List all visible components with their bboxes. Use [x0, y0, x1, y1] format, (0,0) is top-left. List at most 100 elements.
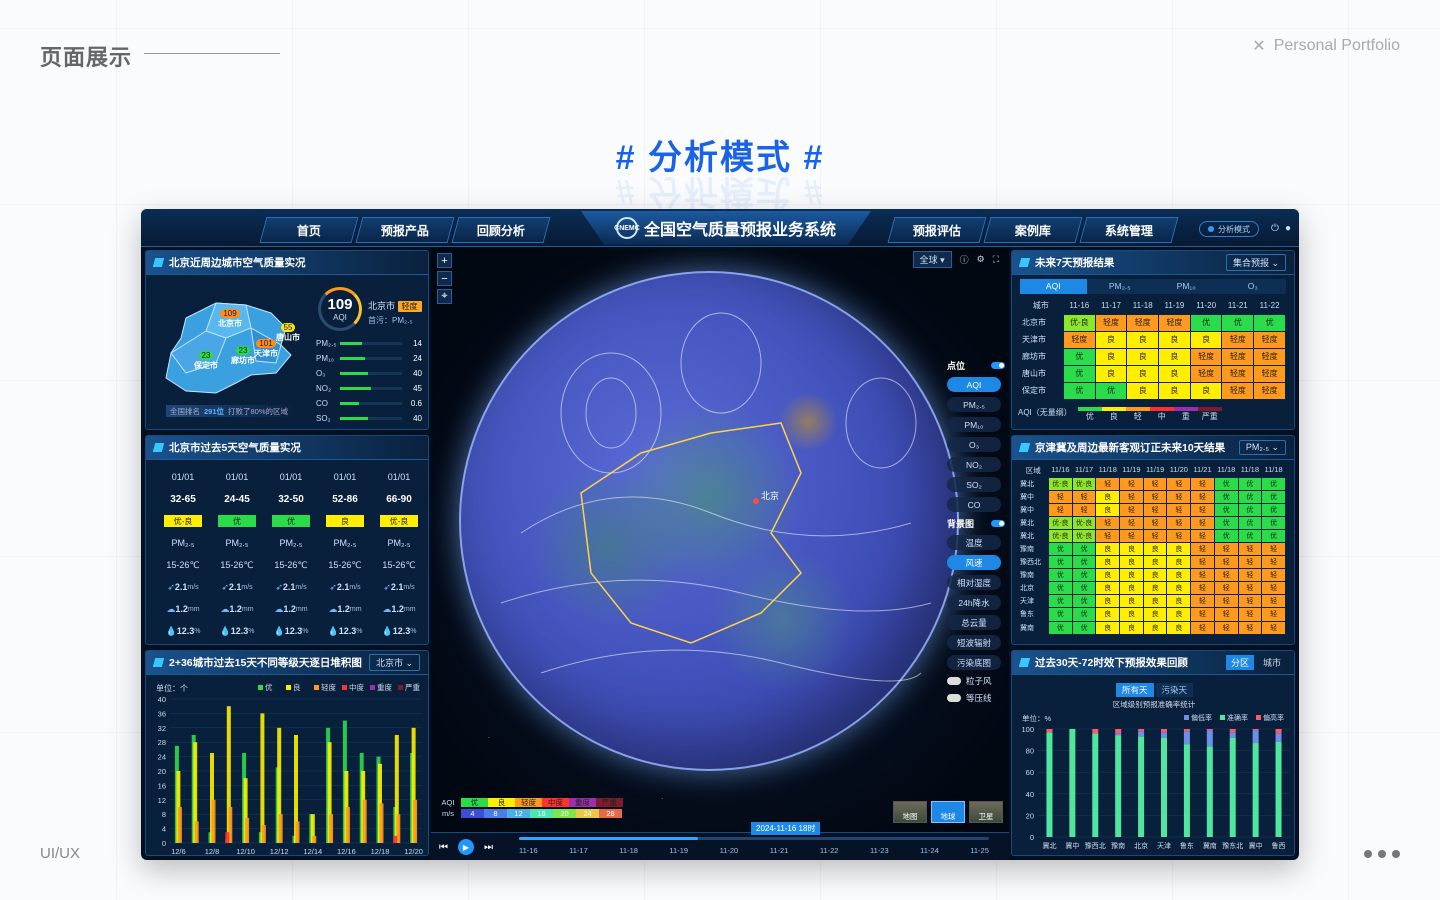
- forecast-cell[interactable]: 良: [1095, 555, 1121, 570]
- forecast-cell[interactable]: 优: [1048, 568, 1073, 583]
- region-map[interactable]: [156, 283, 306, 403]
- play-button[interactable]: ▶: [458, 839, 474, 855]
- forecast-cell[interactable]: 优: [1213, 502, 1239, 517]
- forecast-cell[interactable]: 良: [1142, 607, 1168, 622]
- timeline-tick[interactable]: 11-25: [970, 846, 989, 855]
- pollutant-tab[interactable]: PM₂.₅: [1087, 279, 1154, 294]
- forecast-cell[interactable]: 轻: [1119, 489, 1144, 504]
- forecast-cell[interactable]: 轻: [1119, 528, 1144, 543]
- forecast-cell[interactable]: 良: [1166, 541, 1192, 557]
- nav-home[interactable]: 首页: [259, 217, 359, 243]
- forecast-cell[interactable]: 优-良: [1071, 528, 1097, 543]
- forecast-cell[interactable]: 优-良: [1062, 313, 1096, 332]
- forecast-cell[interactable]: 优: [1071, 620, 1097, 635]
- forecast-cell[interactable]: 优: [1071, 541, 1097, 557]
- forecast-cell[interactable]: 轻: [1261, 620, 1286, 635]
- forecast-cell[interactable]: 良: [1095, 581, 1121, 596]
- forecast-cell[interactable]: 轻: [1190, 476, 1215, 491]
- bar-segment[interactable]: [345, 807, 350, 843]
- timeline-tick[interactable]: 11-20: [720, 846, 739, 855]
- bar-segment[interactable]: [1229, 737, 1236, 837]
- bar-segment[interactable]: [1252, 743, 1259, 837]
- forecast-cell[interactable]: 良: [1119, 620, 1144, 635]
- bar-segment[interactable]: [1183, 744, 1190, 837]
- forecast-cell[interactable]: 良: [1126, 364, 1160, 383]
- forecast-cell[interactable]: 轻: [1213, 568, 1239, 583]
- forecast-cell[interactable]: 优: [1253, 313, 1286, 332]
- forecast-cell[interactable]: 轻: [1213, 594, 1239, 609]
- forecast-cell[interactable]: 优: [1094, 381, 1128, 400]
- forecast-cell[interactable]: 轻: [1142, 476, 1168, 491]
- bar-segment[interactable]: [1161, 729, 1167, 733]
- forecast-cell[interactable]: 优: [1261, 489, 1286, 504]
- map-marker[interactable]: 55 唐山市: [276, 323, 300, 343]
- forecast-cell[interactable]: 良: [1158, 347, 1191, 366]
- timeline-tick[interactable]: 11-19: [669, 846, 688, 855]
- bar-segment[interactable]: [177, 807, 182, 843]
- bar-segment[interactable]: [379, 803, 384, 843]
- bar-segment[interactable]: [1138, 729, 1145, 732]
- pollutant-tab[interactable]: PM₁₀: [1153, 279, 1220, 294]
- points-toggle[interactable]: [991, 362, 1005, 369]
- forecast-cell[interactable]: 轻: [1071, 489, 1097, 504]
- bar-segment[interactable]: [1229, 729, 1236, 733]
- forecast-cell[interactable]: 优: [1071, 581, 1097, 596]
- forecast-cell[interactable]: 优-良: [1048, 515, 1073, 530]
- forecast-cell[interactable]: 轻: [1261, 568, 1286, 583]
- forecast-cell[interactable]: 优: [1062, 381, 1096, 400]
- forecast-cell[interactable]: 良: [1119, 594, 1144, 609]
- forecast-cell[interactable]: 轻: [1142, 528, 1168, 543]
- bar-segment[interactable]: [211, 799, 216, 843]
- forecast-cell[interactable]: 良: [1095, 568, 1121, 583]
- forecast-cell[interactable]: 良: [1166, 607, 1192, 622]
- forecast-cell[interactable]: 良: [1166, 555, 1192, 570]
- bar-segment[interactable]: [1046, 729, 1053, 733]
- forecast-cell[interactable]: 优: [1048, 594, 1073, 609]
- forecast-cell[interactable]: 优: [1071, 607, 1097, 622]
- forecast-cell[interactable]: 轻: [1261, 607, 1286, 622]
- forecast-cell[interactable]: 良: [1189, 381, 1223, 400]
- forecast-cell[interactable]: 良: [1142, 541, 1168, 557]
- forecast-cell[interactable]: 优-良: [1048, 476, 1073, 491]
- forecast-cell[interactable]: 轻: [1166, 489, 1192, 504]
- forecast-cell[interactable]: 优: [1213, 476, 1239, 491]
- forecast-cell[interactable]: 优: [1048, 607, 1073, 622]
- timeline-tick[interactable]: 11-17: [569, 846, 588, 855]
- forecast-cell[interactable]: 优: [1213, 489, 1239, 504]
- forecast-cell[interactable]: 优-良: [1071, 476, 1097, 491]
- forecast-cell[interactable]: 轻: [1190, 568, 1215, 583]
- forecast-cell[interactable]: 轻度: [1062, 330, 1096, 349]
- layer-point-item[interactable]: O₃: [947, 437, 1001, 452]
- forecast-cell[interactable]: 轻: [1190, 555, 1215, 570]
- toggle-switch[interactable]: [947, 694, 961, 702]
- forecast-cell[interactable]: 轻: [1190, 607, 1215, 622]
- forecast-cell[interactable]: 轻: [1237, 581, 1263, 596]
- fullscreen-icon[interactable]: ⛶: [993, 254, 999, 265]
- forecast-cell[interactable]: 轻: [1213, 620, 1239, 635]
- forecast-cell[interactable]: 轻度: [1221, 347, 1255, 366]
- bar-segment[interactable]: [1046, 732, 1053, 837]
- timeline-tick[interactable]: 11-24: [920, 846, 939, 855]
- bar-segment[interactable]: [1252, 730, 1259, 744]
- forecast-cell[interactable]: 优: [1213, 515, 1239, 530]
- bar-segment[interactable]: [225, 832, 230, 843]
- forecast-cell[interactable]: 优-良: [1048, 528, 1073, 543]
- forecast-cell[interactable]: 良: [1126, 381, 1160, 400]
- forecast-cell[interactable]: 轻度: [1221, 364, 1255, 383]
- map-marker[interactable]: 23 廊坊市: [231, 346, 255, 366]
- forecast-cell[interactable]: 轻度: [1221, 381, 1255, 400]
- tab-city[interactable]: 城市: [1258, 655, 1286, 670]
- bar-segment[interactable]: [1206, 729, 1213, 731]
- bar-segment[interactable]: [1252, 729, 1259, 731]
- toggle-switch[interactable]: [947, 677, 961, 685]
- forecast-cell[interactable]: 轻: [1048, 502, 1073, 517]
- forecast-cell[interactable]: 优: [1048, 620, 1073, 635]
- forecast-cell[interactable]: 轻: [1213, 581, 1239, 596]
- forecast-cell[interactable]: 优: [1237, 528, 1263, 543]
- globe-view[interactable]: 北京 + − ⌖ 全球 ▾ ⓘ ⚙ ⛶ 点位 AQI PM₂.₅ PM₁₀ O₃ NO₂ S…: [431, 247, 1009, 860]
- forecast-cell[interactable]: 良: [1142, 555, 1168, 570]
- pollutant-tab[interactable]: AQI: [1020, 279, 1087, 294]
- bar-segment[interactable]: [1229, 732, 1236, 738]
- forecast-cell[interactable]: 良: [1166, 568, 1192, 583]
- bar-segment[interactable]: [1183, 731, 1190, 745]
